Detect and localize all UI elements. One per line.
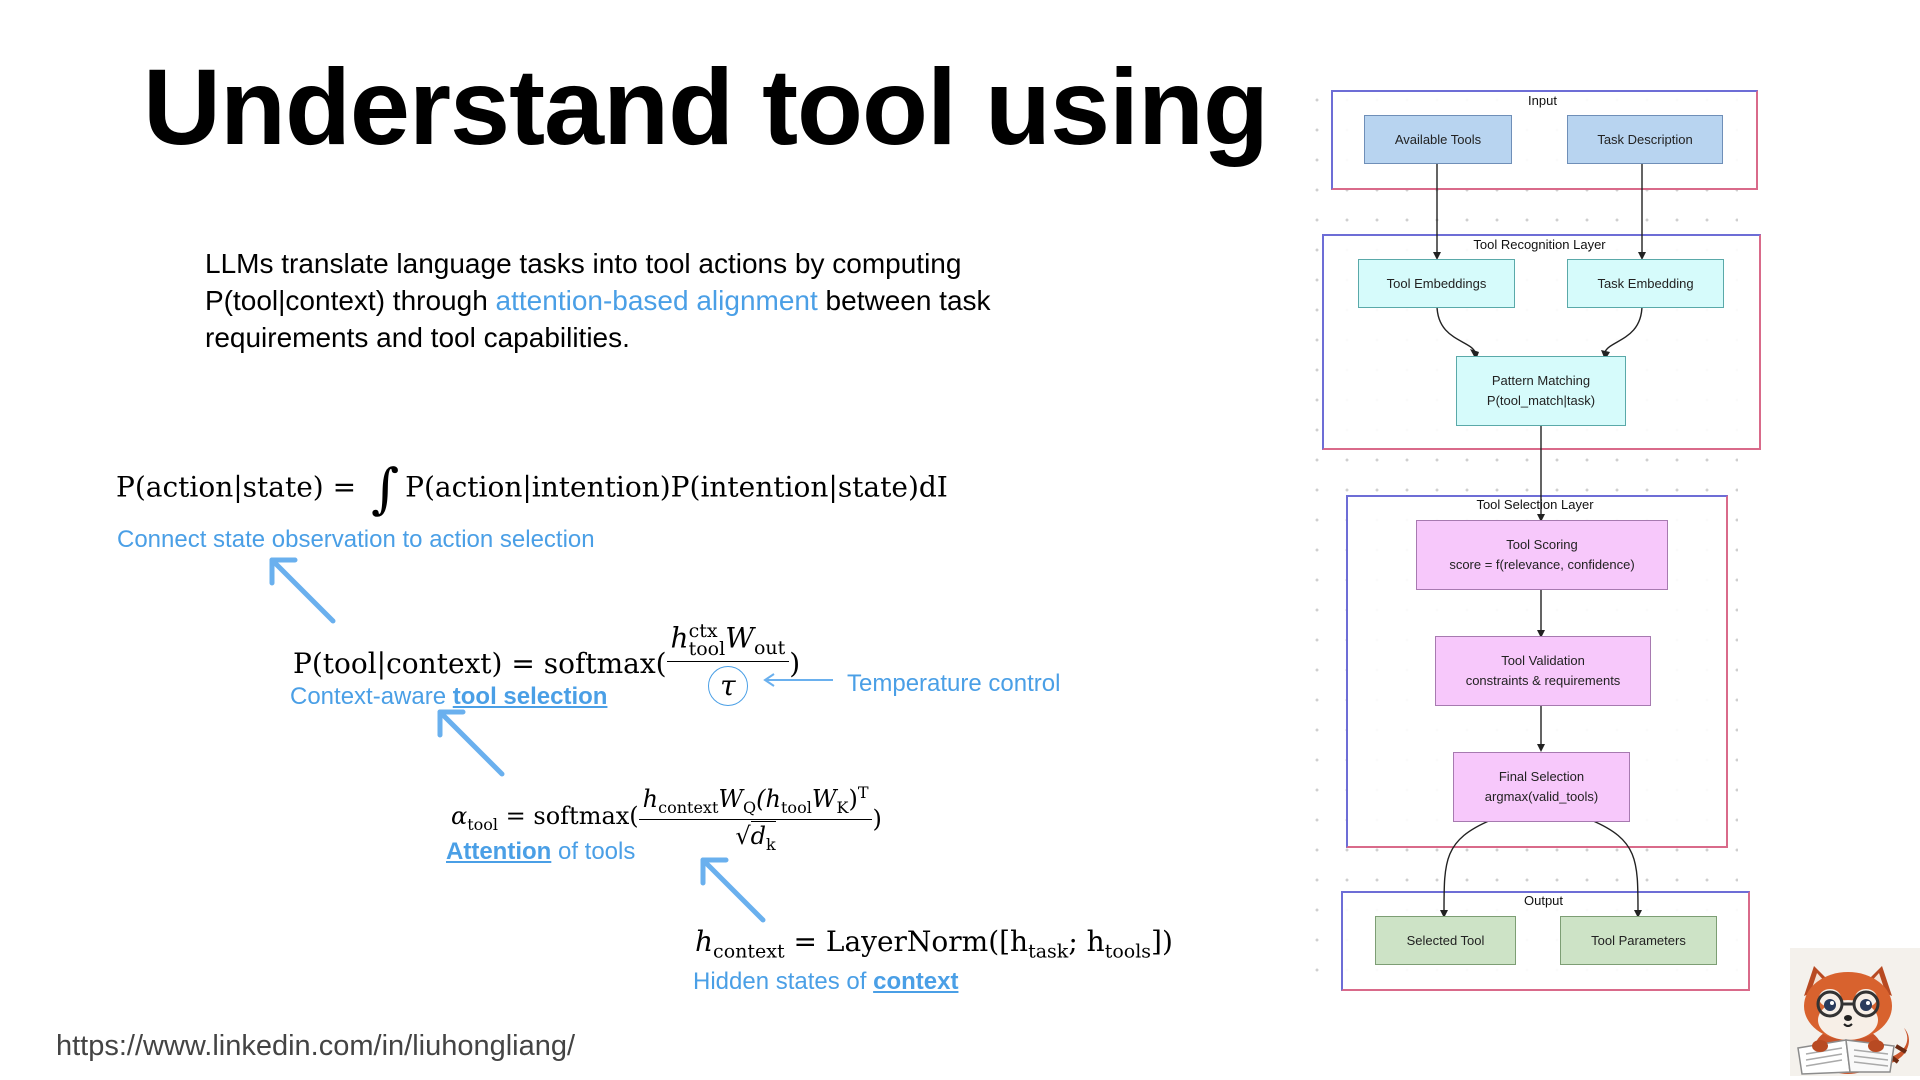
node-tool-parameters[interactable]: Tool Parameters — [1560, 916, 1717, 965]
node-tool-validation[interactable]: Tool Validation constraints & requirement… — [1435, 636, 1651, 706]
red-panda-reading-avatar — [1790, 948, 1920, 1076]
node-tool-scoring[interactable]: Tool Scoring score = f(relevance, confide… — [1416, 520, 1668, 590]
node-final-selection[interactable]: Final Selection argmax(valid_tools) — [1453, 752, 1630, 822]
node-task-embedding[interactable]: Task Embedding — [1567, 259, 1724, 308]
node-task-description[interactable]: Task Description — [1567, 115, 1723, 164]
node-tool-embeddings[interactable]: Tool Embeddings — [1358, 259, 1515, 308]
node-pattern-matching[interactable]: Pattern Matching P(tool_match|task) — [1456, 356, 1626, 426]
node-available-tools[interactable]: Available Tools — [1364, 115, 1512, 164]
node-selected-tool[interactable]: Selected Tool — [1375, 916, 1516, 965]
